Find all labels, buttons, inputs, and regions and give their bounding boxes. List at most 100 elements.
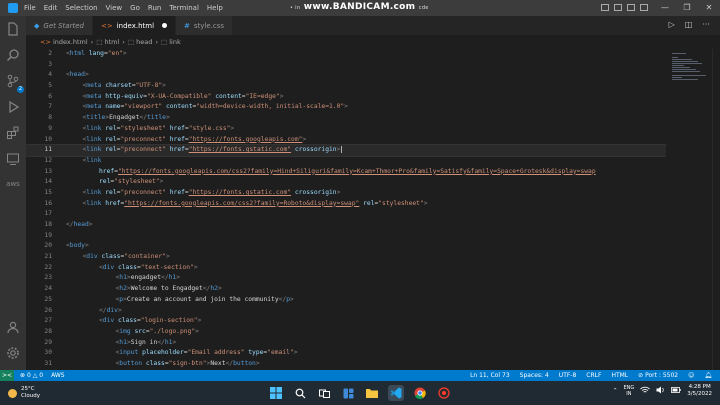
- aws-icon[interactable]: aws: [5, 176, 21, 192]
- settings-icon[interactable]: [5, 346, 21, 362]
- code-line[interactable]: 7 <meta name="viewport" content="width=de…: [26, 102, 666, 113]
- code-line[interactable]: 13 href="https://fonts.googleapis.com/css…: [26, 167, 666, 178]
- code-editor[interactable]: 2 <html lang="en"> 3 4 <head> 5 <meta charset=…: [26, 49, 666, 370]
- code-text: <link rel="preconnect" href="https://fon…: [82, 135, 307, 143]
- tab-style-css[interactable]: # style.css: [176, 16, 234, 35]
- search-icon[interactable]: [5, 48, 21, 64]
- code-line[interactable]: 29 <h1>Sign in</h1>: [26, 338, 666, 349]
- input-language[interactable]: ENG IN: [624, 385, 635, 397]
- indentation[interactable]: Spaces: 4: [520, 372, 549, 379]
- code-line[interactable]: 19: [26, 231, 666, 242]
- vertical-scrollbar[interactable]: [712, 49, 720, 370]
- code-line[interactable]: 6 <meta http-equiv="X-UA-Compatible" cont…: [26, 92, 666, 103]
- more-actions-icon[interactable]: ···: [702, 20, 710, 29]
- customize-layout-icon[interactable]: [640, 4, 648, 11]
- code-line[interactable]: 30 <input placeholder="Email address" typ…: [26, 348, 666, 359]
- vscode-icon: ◆: [34, 21, 40, 30]
- tab-get-started[interactable]: ◆ Get Started: [26, 16, 93, 35]
- code-line[interactable]: 3: [26, 60, 666, 71]
- code-line[interactable]: 31 <button class="sign-btn">Next</button>: [26, 359, 666, 370]
- tab-index-html[interactable]: <> index.html: [92, 16, 177, 35]
- remote-indicator[interactable]: ><: [0, 370, 14, 381]
- maximize-button[interactable]: ❐: [676, 0, 698, 16]
- code-line[interactable]: 25 <p>Create an account and join the comm…: [26, 295, 666, 306]
- cursor-position[interactable]: Ln 11, Col 73: [470, 372, 510, 379]
- code-line[interactable]: 21 <div class="container">: [26, 252, 666, 263]
- code-text: <meta charset="UTF-8">: [82, 82, 166, 90]
- task-view-icon[interactable]: [316, 385, 332, 401]
- code-line[interactable]: 24 <h2>Welcome to Engadget</h2>: [26, 284, 666, 295]
- code-line[interactable]: 23 <h1>engadget</h1>: [26, 273, 666, 284]
- explorer-icon[interactable]: [5, 22, 21, 38]
- file-explorer-icon[interactable]: [364, 385, 380, 401]
- code-line[interactable]: 2 <html lang="en">: [26, 49, 666, 60]
- account-icon[interactable]: [5, 320, 21, 336]
- menu-go[interactable]: Go: [130, 4, 140, 12]
- toggle-sidebar-icon[interactable]: [601, 4, 609, 11]
- toggle-secondary-sidebar-icon[interactable]: [627, 4, 635, 11]
- source-control-badge: 2: [16, 86, 24, 93]
- source-control-icon[interactable]: 2: [5, 74, 24, 93]
- notifications-icon[interactable]: 🔔︎: [704, 372, 712, 379]
- breadcrumb-file[interactable]: index.html: [53, 38, 88, 46]
- breadcrumb-html[interactable]: html: [104, 38, 119, 46]
- unsaved-dot-icon[interactable]: [162, 23, 168, 28]
- menu-help[interactable]: Help: [207, 4, 223, 12]
- code-line[interactable]: 15 <link rel="preconnect" href="https://f…: [26, 188, 666, 199]
- code-line[interactable]: 12 <link: [26, 156, 666, 167]
- clock[interactable]: 4:28 PM 3/5/2022: [687, 384, 712, 398]
- weather-widget[interactable]: 25°C Cloudy: [8, 386, 40, 400]
- code-line[interactable]: 17: [26, 209, 666, 220]
- widgets-icon[interactable]: [340, 385, 356, 401]
- wifi-icon[interactable]: [640, 386, 651, 396]
- element-icon: ⬚: [127, 38, 135, 46]
- code-line[interactable]: 18 </head>: [26, 220, 666, 231]
- toggle-panel-icon[interactable]: [614, 4, 622, 11]
- code-line[interactable]: 4 <head>: [26, 70, 666, 81]
- code-line[interactable]: 9 <link rel="stylesheet" href="style.css"…: [26, 124, 666, 135]
- code-line[interactable]: 14 rel="stylesheet">: [26, 177, 666, 188]
- speaker-icon[interactable]: [656, 386, 665, 396]
- battery-icon[interactable]: [671, 387, 681, 395]
- code-line[interactable]: 5 <meta charset="UTF-8">: [26, 81, 666, 92]
- menu-run[interactable]: Run: [148, 4, 161, 12]
- menu-selection[interactable]: Selection: [65, 4, 97, 12]
- feedback-icon[interactable]: ☺: [688, 372, 694, 379]
- code-line[interactable]: 11 <link rel="preconnect" href="https://f…: [26, 144, 666, 157]
- windows-start-icon[interactable]: [268, 385, 284, 401]
- taskbar-search-icon[interactable]: [292, 385, 308, 401]
- extensions-icon[interactable]: [5, 126, 21, 142]
- breadcrumb-link[interactable]: link: [169, 38, 181, 46]
- menu-view[interactable]: View: [106, 4, 123, 12]
- code-line[interactable]: 10 <link rel="preconnect" href="https://f…: [26, 135, 666, 146]
- code-line[interactable]: 26 </div>: [26, 306, 666, 317]
- menu-file[interactable]: File: [24, 4, 36, 12]
- remote-explorer-icon[interactable]: [5, 152, 21, 168]
- bandicam-icon[interactable]: [436, 385, 452, 401]
- code-line[interactable]: 27 <div class="login-section">: [26, 316, 666, 327]
- code-line[interactable]: 28 <img src="./logo.png">: [26, 327, 666, 338]
- run-icon[interactable]: ▷: [669, 20, 675, 29]
- language-mode[interactable]: HTML: [611, 372, 628, 379]
- run-debug-icon[interactable]: [5, 100, 21, 116]
- end-of-line[interactable]: CRLF: [586, 372, 601, 379]
- live-server-port[interactable]: ⊘ Port : 5502: [638, 372, 678, 379]
- chrome-icon[interactable]: [412, 385, 428, 401]
- minimize-button[interactable]: —: [654, 0, 676, 16]
- aws-status[interactable]: AWS: [51, 372, 65, 379]
- breadcrumb-head[interactable]: head: [136, 38, 152, 46]
- encoding[interactable]: UTF-8: [559, 372, 577, 379]
- tray-chevron-up-icon[interactable]: ⌃: [613, 388, 618, 394]
- line-number: 5: [48, 82, 52, 90]
- minimap[interactable]: [666, 49, 712, 370]
- problems-indicator[interactable]: ⊗ 0 △ 0: [20, 372, 43, 379]
- code-line[interactable]: 16 <link href="https://fonts.googleapis.c…: [26, 199, 666, 210]
- menu-terminal[interactable]: Terminal: [169, 4, 199, 12]
- code-line[interactable]: 8 <title>Engadget</title>: [26, 113, 666, 124]
- split-editor-icon[interactable]: ◫: [685, 20, 693, 29]
- code-line[interactable]: 22 <div class="text-section">: [26, 263, 666, 274]
- code-line[interactable]: 20 <body>: [26, 241, 666, 252]
- close-window-button[interactable]: ✕: [698, 0, 720, 16]
- menu-edit[interactable]: Edit: [44, 4, 58, 12]
- vscode-taskbar-icon[interactable]: [388, 385, 404, 401]
